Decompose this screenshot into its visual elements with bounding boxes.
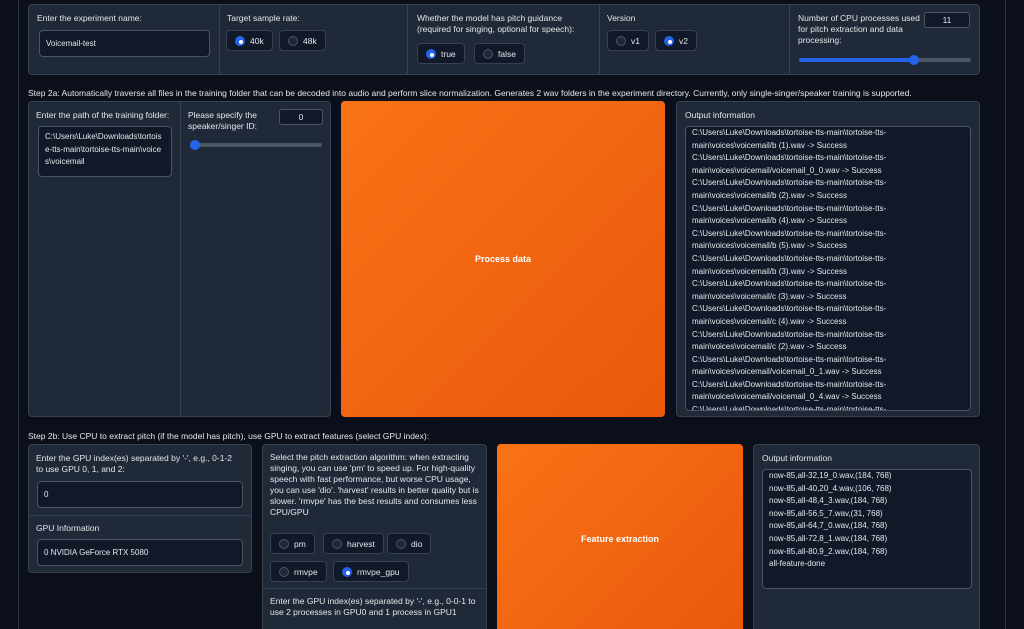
gpu-index-panel: Enter the GPU index(es) separated by '-'… xyxy=(28,444,252,573)
speaker-id-label: Please specify the speaker/singer ID: xyxy=(188,110,257,131)
output-line: now-85,all-48,4_3.wav,(184, 768) xyxy=(769,496,888,506)
version-v2[interactable]: v2 xyxy=(655,30,697,51)
step-2a-title: Step 2a: Automatically traverse all file… xyxy=(28,88,912,98)
algo-dio[interactable]: dio xyxy=(387,533,432,554)
output-line: main\voices\voicemail/voicemail_0_4.wav … xyxy=(692,392,882,402)
pitch-true[interactable]: true xyxy=(417,43,465,64)
algo-pm[interactable]: pm xyxy=(270,533,315,554)
radio-selected-icon xyxy=(342,566,352,577)
radio-empty-icon xyxy=(483,48,493,59)
output-line: main\voices\voicemail/c (3).wav -> Succe… xyxy=(692,291,847,301)
output-line: C:\Users\Luke\Downloads\tortoise-tts-mai… xyxy=(692,203,887,213)
output-line: C:\Users\Luke\Downloads\tortoise-tts-mai… xyxy=(692,304,887,314)
output-line: main\voices\voicemail/b (3).wav -> Succe… xyxy=(692,266,847,276)
gpu-process-index-label: Enter the GPU index(es) separated by '-'… xyxy=(270,596,476,617)
output-line: C:\Users\Luke\Downloads\tortoise-tts-mai… xyxy=(692,354,887,364)
output-line: now-85,all-32,19_0.wav,(184, 768) xyxy=(769,471,892,480)
output-line: now-85,all-72,8_1.wav,(184, 768) xyxy=(769,533,888,543)
sample-rate-label: Target sample rate: xyxy=(227,13,300,23)
gpu-index-input[interactable]: 0 xyxy=(37,481,243,508)
training-folder-label: Enter the path of the training folder: xyxy=(36,110,170,120)
settings-panel: Enter the experiment name: Voicemail-tes… xyxy=(28,4,980,75)
output-line: main\voices\voicemail/voicemail_0_0.wav … xyxy=(692,165,882,175)
slider-handle[interactable] xyxy=(909,55,920,65)
radio-empty-icon xyxy=(396,538,406,549)
output-line: C:\Users\Luke\Downloads\tortoise-tts-mai… xyxy=(692,329,887,339)
output-line: main\voices\voicemail/c (2).wav -> Succe… xyxy=(692,342,847,352)
output-line: C:\Users\Luke\Downloads\tortoise-tts-mai… xyxy=(692,178,887,188)
output-line: main\voices\voicemail/b (4).wav -> Succe… xyxy=(692,216,847,226)
version-v1[interactable]: v1 xyxy=(607,30,649,51)
sample-rate-48k[interactable]: 48k xyxy=(279,30,326,51)
pitch-algorithm-label: Select the pitch extraction algorithm: w… xyxy=(270,452,479,517)
slider-handle[interactable] xyxy=(190,140,200,150)
radio-selected-icon xyxy=(426,48,436,59)
cpu-processes-slider[interactable] xyxy=(799,55,971,65)
output-line: C:\Users\Luke\Downloads\tortoise-tts-mai… xyxy=(692,153,887,163)
step-2b-output-textarea[interactable]: now-85,all-32,19_0.wav,(184, 768) now-85,… xyxy=(762,469,972,589)
output-line: now-85,all-56,5_7.wav,(31, 768) xyxy=(769,508,883,518)
step-2b-output-panel: Output information now-85,all-32,19_0.wa… xyxy=(753,444,980,629)
speaker-id-slider[interactable] xyxy=(190,140,322,150)
output-line: now-85,all-80,9_2.wav,(184, 768) xyxy=(769,546,888,556)
algo-rmvpe[interactable]: rmvpe xyxy=(270,561,327,582)
algo-rmvpe-gpu[interactable]: rmvpe_gpu xyxy=(333,561,409,582)
output-line: main\voices\voicemail/voicemail_0_1.wav … xyxy=(692,367,882,377)
experiment-name-input[interactable]: Voicemail-test xyxy=(39,30,210,57)
speaker-id-number[interactable]: 0 xyxy=(279,109,323,125)
radio-empty-icon xyxy=(616,35,626,46)
output-line: C:\Users\Luke\Downloads\tortoise-tts-mai… xyxy=(692,253,887,263)
radio-selected-icon xyxy=(235,35,245,46)
output-line: C:\Users\Luke\Downloads\tortoise-tts-mai… xyxy=(692,405,887,411)
step-2a-output-textarea[interactable]: C:\Users\Luke\Downloads\tortoise-tts-mai… xyxy=(685,126,971,411)
radio-selected-icon xyxy=(664,35,674,46)
pitch-false[interactable]: false xyxy=(474,43,525,64)
experiment-name-label: Enter the experiment name: xyxy=(37,13,142,23)
output-line: C:\Users\Luke\Downloads\tortoise-tts-mai… xyxy=(692,128,887,137)
output-line: C:\Users\Luke\Downloads\tortoise-tts-mai… xyxy=(692,279,887,289)
version-label: Version xyxy=(607,13,636,23)
cpu-processes-number[interactable]: 11 xyxy=(924,12,970,28)
output-line: main\voices\voicemail/c (4).wav -> Succe… xyxy=(692,316,847,326)
radio-empty-icon xyxy=(279,538,289,549)
output-line: all-feature-done xyxy=(769,559,826,569)
gpu-info-label: GPU Information xyxy=(36,523,100,533)
sample-rate-40k[interactable]: 40k xyxy=(226,30,273,51)
process-data-button[interactable]: Process data xyxy=(341,101,665,417)
radio-empty-icon xyxy=(288,35,298,46)
training-folder-input[interactable]: C:\Users\Luke\Downloads\tortoise-tts-mai… xyxy=(38,126,172,177)
output-line: now-85,all-40,20_4.wav,(106, 768) xyxy=(769,483,892,493)
output-line: C:\Users\Luke\Downloads\tortoise-tts-mai… xyxy=(692,379,887,389)
output-line: C:\Users\Luke\Downloads\tortoise-tts-mai… xyxy=(692,228,887,238)
step-2b-title: Step 2b: Use CPU to extract pitch (if th… xyxy=(28,431,430,441)
pitch-guidance-label: Whether the model has pitch guidance (re… xyxy=(417,13,575,34)
algo-harvest[interactable]: harvest xyxy=(323,533,384,554)
step-2b-output-label: Output information xyxy=(762,453,832,463)
training-folder-panel: Enter the path of the training folder: C… xyxy=(28,101,331,417)
step-2a-output-label: Output information xyxy=(685,110,755,120)
feature-extraction-button[interactable]: Feature extraction xyxy=(497,444,743,629)
radio-empty-icon xyxy=(279,566,289,577)
cpu-processes-label: Number of CPU processes used for pitch e… xyxy=(798,13,920,45)
pitch-algorithm-panel: Select the pitch extraction algorithm: w… xyxy=(262,444,487,629)
output-line: now-85,all-64,7_0.wav,(184, 768) xyxy=(769,521,888,531)
gpu-info-textarea[interactable]: 0 NVIDIA GeForce RTX 5080 xyxy=(37,539,243,566)
radio-empty-icon xyxy=(332,538,342,549)
output-line: main\voices\voicemail/b (1).wav -> Succe… xyxy=(692,140,847,150)
output-line: main\voices\voicemail/b (2).wav -> Succe… xyxy=(692,190,847,200)
output-line: main\voices\voicemail/b (5).wav -> Succe… xyxy=(692,241,847,251)
step-2a-output-panel: Output information C:\Users\Luke\Downloa… xyxy=(676,101,980,417)
gpu-index-label: Enter the GPU index(es) separated by '-'… xyxy=(36,453,233,474)
